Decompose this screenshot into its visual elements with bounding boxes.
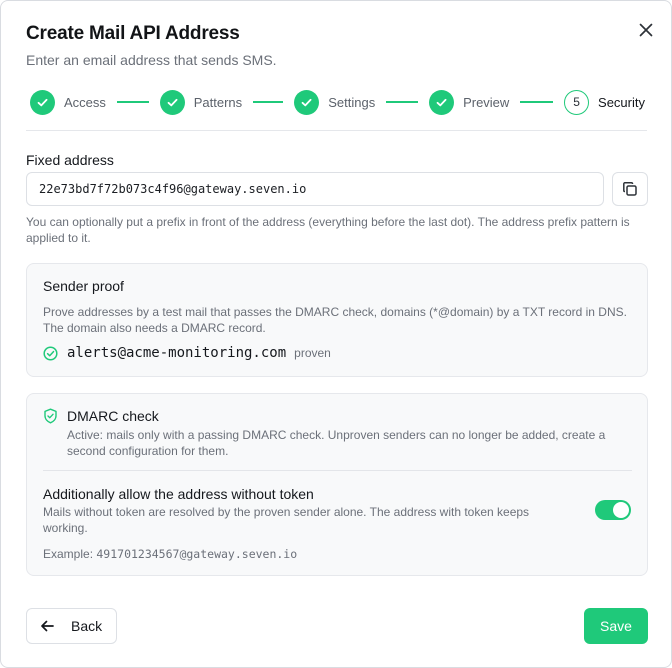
- step-check-icon: [30, 89, 55, 115]
- step-security[interactable]: 5 Security: [564, 89, 645, 115]
- step-label: Patterns: [193, 94, 243, 110]
- dmarc-divider: [43, 470, 632, 471]
- shield-check-icon: [44, 408, 57, 424]
- step-check-icon: [429, 89, 455, 115]
- sender-proof-card: Sender proof Prove addresses by a test m…: [26, 263, 648, 377]
- example-label: Example:: [43, 547, 94, 561]
- dmarc-description: Active: mails only with a passing DMARC …: [67, 428, 606, 458]
- sender-email: alerts@acme-monitoring.com: [67, 345, 287, 361]
- header-divider: [26, 130, 647, 131]
- step-connector: [116, 101, 149, 103]
- dialog-title: Create Mail API Address: [26, 23, 240, 44]
- step-connector: [386, 101, 419, 103]
- allow-without-token-title: Additionally allow the address without t…: [43, 486, 314, 502]
- step-connector: [520, 101, 554, 103]
- copy-icon: [623, 182, 637, 196]
- step-label: Settings: [328, 94, 376, 110]
- step-label: Preview: [463, 94, 510, 110]
- fixed-address-field[interactable]: 22e73bd7f72b073c4f96@gateway.seven.io: [26, 172, 604, 206]
- toggle-knob: [613, 502, 629, 518]
- fixed-address-label: Fixed address: [26, 152, 114, 168]
- step-label: Security: [598, 94, 645, 110]
- step-label: Access: [64, 94, 106, 110]
- sender-proof-title: Sender proof: [43, 278, 124, 294]
- example-value: 491701234567@gateway.seven.io: [96, 547, 298, 561]
- dmarc-title: DMARC check: [67, 408, 159, 424]
- dmarc-header: DMARC check: [43, 408, 159, 424]
- sender-proof-description: Prove addresses by a test mail that pass…: [43, 305, 627, 335]
- dmarc-card: DMARC check Active: mails only with a pa…: [26, 393, 648, 576]
- create-mail-api-dialog: Create Mail API Address Enter an email a…: [0, 0, 672, 668]
- step-connector: [253, 101, 284, 103]
- dialog-subtitle: Enter an email address that sends SMS.: [26, 52, 277, 68]
- save-button[interactable]: Save: [584, 608, 648, 644]
- fixed-address-value: 22e73bd7f72b073c4f96@gateway.seven.io: [39, 182, 307, 196]
- step-number: 5: [573, 95, 580, 109]
- step-preview[interactable]: Preview: [429, 89, 510, 115]
- arrow-left-icon: [41, 620, 54, 632]
- close-icon: [639, 23, 653, 37]
- copy-address-button[interactable]: [612, 172, 648, 206]
- step-patterns[interactable]: Patterns: [159, 89, 243, 115]
- step-check-icon: [294, 89, 320, 115]
- back-button[interactable]: Back: [26, 608, 117, 644]
- close-button[interactable]: [633, 17, 659, 43]
- fixed-address-hint: You can optionally put a prefix in front…: [26, 215, 630, 245]
- step-access[interactable]: Access: [30, 89, 106, 115]
- step-number-circle: 5: [564, 89, 590, 115]
- step-check-icon: [159, 89, 185, 115]
- allow-without-token-toggle[interactable]: [595, 500, 631, 520]
- check-circle-icon: [43, 345, 58, 361]
- example-address: Example: 491701234567@gateway.seven.io: [43, 547, 297, 561]
- proven-sender-row: alerts@acme-monitoring.com proven: [43, 345, 331, 361]
- back-label: Back: [71, 618, 103, 634]
- step-settings[interactable]: Settings: [294, 89, 376, 115]
- sender-status: proven: [294, 346, 331, 360]
- allow-without-token-description: Mails without token are resolved by the …: [43, 505, 530, 535]
- stepper: Access Patterns Settings Preview 5 Secur…: [30, 88, 645, 116]
